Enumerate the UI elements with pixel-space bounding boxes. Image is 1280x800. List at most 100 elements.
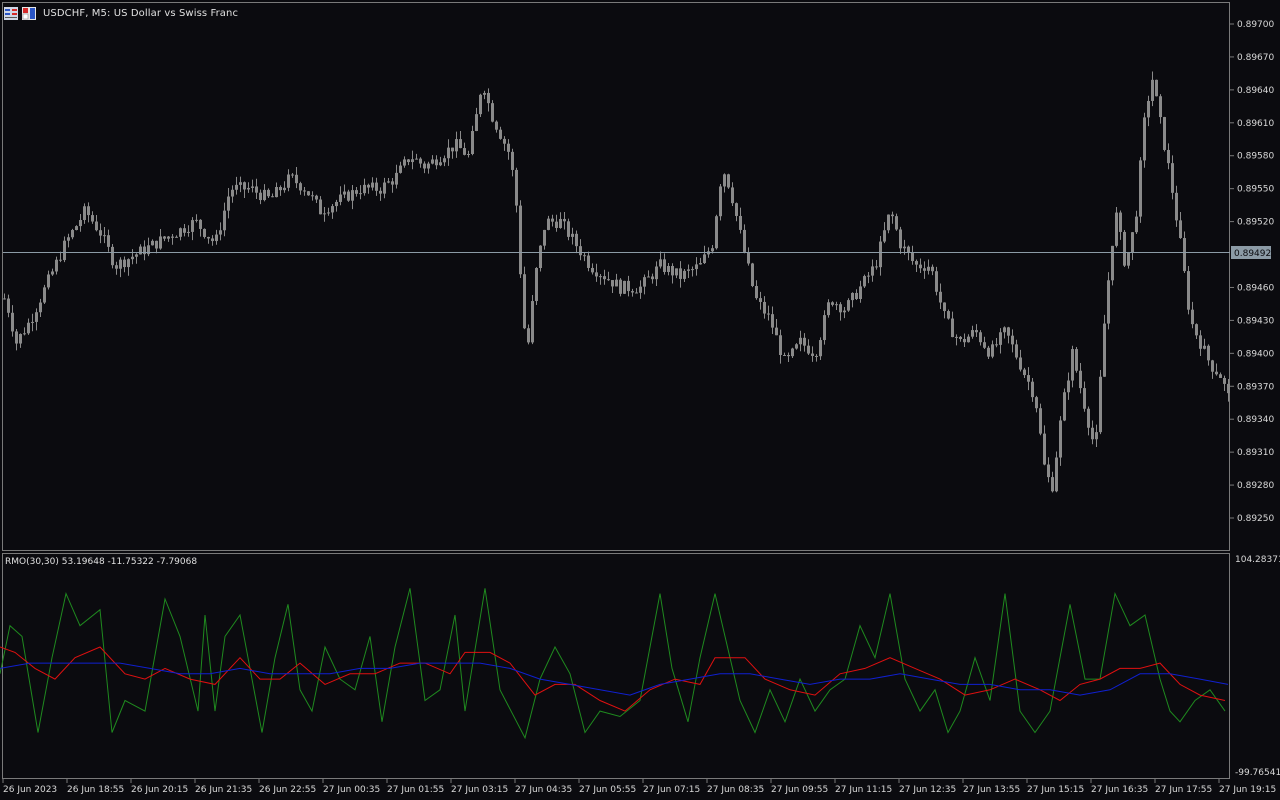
- chart-canvas[interactable]: 0.89700 0.89670 0.89640 0.89610 0.89580 0.895…: [0, 0, 1280, 800]
- candle-body: [1035, 397, 1038, 409]
- candle-body: [943, 302, 946, 312]
- candle-body: [687, 269, 690, 271]
- candle-body: [579, 246, 582, 256]
- candle-body: [1187, 271, 1190, 310]
- candle-body: [499, 129, 502, 139]
- candle-body: [511, 151, 514, 170]
- candle-body: [331, 206, 334, 213]
- candle-body: [891, 214, 894, 217]
- candle-body: [539, 245, 542, 268]
- candle-body: [599, 276, 602, 278]
- candle-body: [875, 266, 878, 268]
- price-tick-label: 0.89340: [1237, 415, 1274, 425]
- candle-body: [159, 236, 162, 249]
- candle-body: [679, 268, 682, 279]
- candle-body: [151, 240, 154, 246]
- candle-body: [167, 236, 170, 239]
- candle-body: [35, 312, 38, 322]
- candle-body: [1143, 117, 1146, 161]
- candle-body: [939, 291, 942, 303]
- candle-body: [447, 147, 450, 159]
- price-tick-label: 0.89370: [1237, 382, 1274, 392]
- time-tick-label: 27 Jun 03:15: [451, 785, 508, 795]
- candle-body: [1103, 323, 1106, 377]
- candle-body: [19, 334, 22, 344]
- candle-body: [979, 332, 982, 343]
- candle-body: [811, 353, 814, 356]
- candle-body: [1039, 408, 1042, 434]
- candle-body: [1139, 160, 1142, 217]
- price-tick-label: 0.89520: [1237, 218, 1274, 228]
- symbol-label: USDCHF, M5: US Dollar vs Swiss Franc: [43, 7, 239, 19]
- candle-body: [475, 114, 478, 132]
- candle-body: [1211, 360, 1214, 372]
- candle-body: [1023, 369, 1026, 376]
- candle-body: [815, 355, 818, 357]
- price-tick-label: 0.89670: [1237, 53, 1274, 63]
- candle-body: [39, 302, 42, 313]
- candle-body: [323, 213, 326, 215]
- candle-body: [199, 219, 202, 229]
- candle-body: [567, 221, 570, 237]
- time-tick-label: 26 Jun 20:15: [131, 785, 188, 795]
- candle-body: [547, 218, 550, 230]
- candle-body: [999, 332, 1002, 345]
- price-tick-label: 0.89430: [1237, 316, 1274, 326]
- candle-body: [295, 174, 298, 184]
- candle-body: [219, 230, 222, 235]
- candle-body: [991, 344, 994, 357]
- candle-body: [907, 246, 910, 253]
- candle-body: [203, 228, 206, 237]
- candle-body: [607, 279, 610, 281]
- candle-body: [143, 246, 146, 255]
- candle-body: [807, 345, 810, 354]
- candle-body: [971, 330, 974, 337]
- candle-body: [515, 169, 518, 206]
- candle-body: [443, 158, 446, 163]
- candle-body: [959, 336, 962, 339]
- candle-body: [715, 216, 718, 249]
- candle-body: [503, 138, 506, 144]
- candle-body: [711, 248, 714, 252]
- candle-body: [819, 340, 822, 357]
- candle-body: [487, 92, 490, 104]
- candle-body: [259, 192, 262, 201]
- candle-body: [1147, 100, 1150, 118]
- candle-body: [507, 143, 510, 152]
- time-tick-label: 27 Jun 13:55: [963, 785, 1020, 795]
- candle-body: [1219, 374, 1222, 378]
- candle-body: [855, 292, 858, 300]
- candle-body: [127, 259, 130, 268]
- candle-body: [1227, 383, 1230, 394]
- candle-body: [523, 274, 526, 329]
- candle-body: [1223, 377, 1226, 384]
- candle-body: [75, 226, 78, 231]
- candle-body: [291, 174, 294, 176]
- candle-body: [667, 265, 670, 272]
- candle-body: [1083, 388, 1086, 409]
- one-click-trading-icon[interactable]: [4, 6, 18, 20]
- candle-body: [591, 267, 594, 273]
- time-tick-label: 27 Jun 15:15: [1027, 785, 1084, 795]
- candle-body: [43, 287, 46, 303]
- candle-body: [1119, 212, 1122, 232]
- candle-body: [963, 338, 966, 343]
- candle-body: [311, 195, 314, 197]
- candle-body: [1011, 335, 1014, 345]
- candle-body: [91, 215, 94, 222]
- candle-body: [1207, 345, 1210, 361]
- candle-body: [1095, 432, 1098, 440]
- candle-body: [983, 342, 986, 348]
- candle-body: [763, 301, 766, 314]
- candle-body: [1203, 345, 1206, 349]
- depth-of-market-icon[interactable]: [22, 6, 36, 20]
- candle-body: [847, 300, 850, 311]
- candle-body: [1155, 79, 1158, 97]
- time-tick-label: 27 Jun 05:55: [579, 785, 636, 795]
- candle-body: [643, 277, 646, 287]
- candle-body: [1007, 327, 1010, 336]
- candle-body: [595, 272, 598, 277]
- candle-body: [455, 139, 458, 152]
- candle-body: [1171, 163, 1174, 193]
- candle-body: [139, 246, 142, 255]
